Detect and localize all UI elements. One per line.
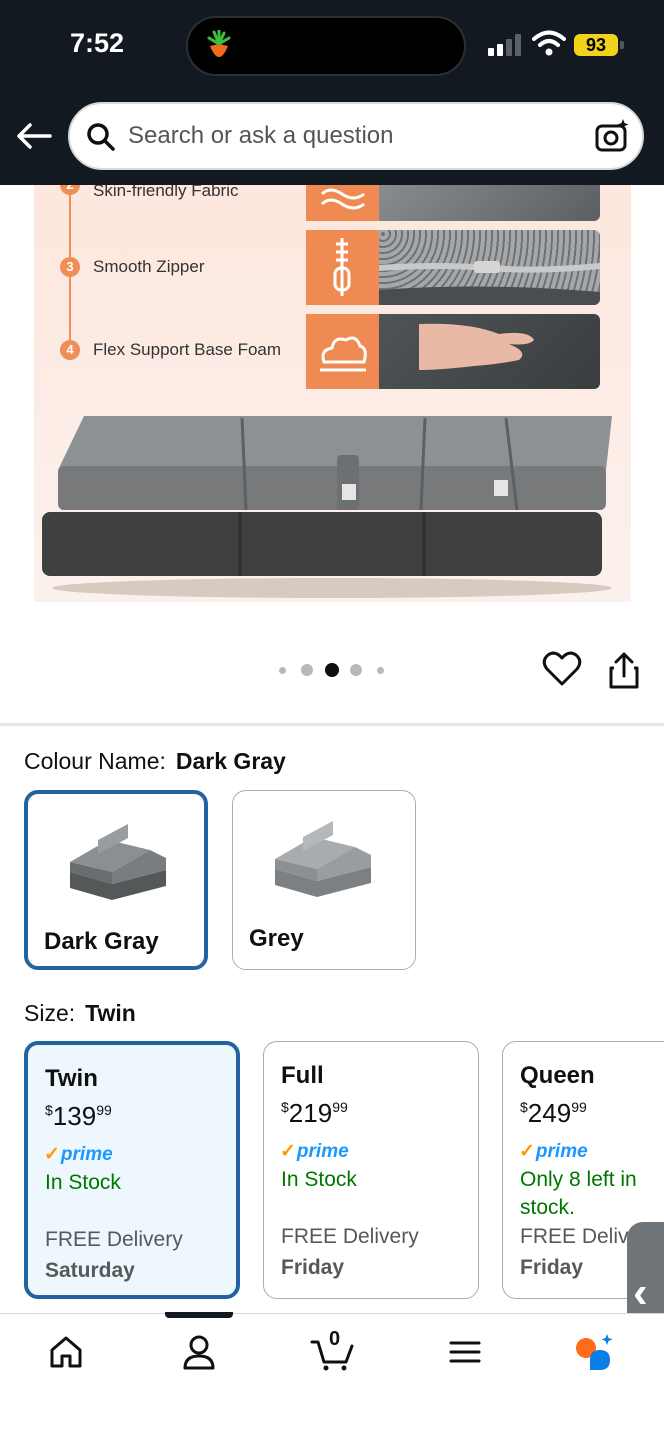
carrot-icon [207,30,231,57]
account-icon[interactable] [179,1332,219,1372]
stock-status: In Stock [281,1168,357,1191]
zipper-icon [306,230,379,305]
colour-option-label: Grey [249,925,304,952]
search-icon [87,123,115,151]
foam-hand-photo [379,314,600,389]
size-option-full[interactable]: Full $21999 ✓prime In Stock FREE Deliver… [263,1041,479,1299]
size-option-price: $24999 [520,1098,587,1129]
stock-status: In Stock [45,1171,121,1194]
zipper-photo [379,230,600,305]
cloud-icon [306,314,379,389]
carousel-dot-active[interactable] [325,663,339,677]
rufus-assistant-icon[interactable] [574,1332,614,1372]
feature-label: Flex Support Base Foam [93,340,282,359]
prime-badge: ✓prime [519,1140,588,1162]
cellular-signal-icon [488,34,521,56]
prime-text: prime [296,1141,349,1162]
carousel-dot[interactable] [279,667,286,674]
back-arrow-icon[interactable] [14,116,54,156]
prime-badge: ✓prime [44,1143,113,1165]
feature-number: 2 [60,185,80,195]
feature-label: Skin-friendly Fabric [93,185,239,200]
price-dollars: 139 [52,1101,97,1131]
size-option-twin[interactable]: Twin $13999 ✓prime In Stock FREE Deliver… [24,1041,240,1299]
share-icon[interactable] [606,650,642,690]
grey-mattress-thumbnail [275,821,371,897]
image-carousel-controls [0,640,664,700]
cart-button[interactable]: 0 [310,1328,356,1372]
feature-number: 4 [60,340,80,360]
wifi-icon [532,30,566,56]
size-label: Size: [24,1000,76,1026]
product-image[interactable]: 2 Skin-friendly Fabric 3 Smooth Zipper 4… [34,185,631,602]
size-option-name: Twin [45,1065,98,1092]
chevron-left-icon: ‹ [633,1268,648,1317]
battery-tip [620,41,624,49]
size-option-price: $13999 [45,1101,112,1132]
home-icon[interactable] [46,1332,86,1372]
prime-text: prime [60,1144,113,1165]
search-bar[interactable] [68,102,644,170]
prime-check-icon: ✓ [519,1141,535,1162]
search-header [0,90,664,185]
prime-badge: ✓prime [280,1140,349,1162]
delivery-day: Saturday [45,1259,135,1282]
status-bar: 7:52 93 [0,0,664,90]
size-option-name: Queen [520,1062,595,1089]
battery-level: 93 [574,34,618,56]
colour-option-dark-gray[interactable]: Dark Gray [24,790,208,970]
price-cents: 99 [571,1099,587,1115]
prime-text: prime [535,1141,588,1162]
camera-lens-icon[interactable] [594,118,630,154]
feature-number: 3 [60,257,80,277]
heart-icon[interactable] [542,650,582,688]
nav-active-indicator [165,1312,233,1318]
size-row: Size: Twin [24,1000,136,1027]
size-option-price: $21999 [281,1098,348,1129]
price-cents: 99 [96,1102,112,1118]
fabric-wave-icon [306,185,379,221]
colour-label: Colour Name: [24,748,166,774]
delivery-text: FREE Delivery [45,1228,183,1251]
delivery-day: Friday [281,1256,345,1279]
search-input[interactable] [128,104,568,168]
clock: 7:52 [70,28,125,58]
colour-selected-value: Dark Gray [175,748,286,774]
size-selected-value: Twin [85,1000,136,1026]
bottom-nav: 0 [0,1312,664,1440]
menu-icon[interactable] [445,1332,485,1372]
carousel-dot[interactable] [350,664,362,676]
stock-status: Only 8 left in stock. [520,1168,637,1219]
delivery-day: Friday [520,1256,584,1279]
price-dollars: 219 [288,1098,333,1128]
dynamic-island [186,16,466,76]
battery-indicator: 93 [574,32,624,58]
cart-count: 0 [329,1328,341,1350]
prime-check-icon: ✓ [280,1141,296,1162]
delivery-text: FREE Delivery [281,1225,419,1248]
colour-option-grey[interactable]: Grey [232,790,416,970]
folding-mattress-illustration [42,416,612,598]
fabric-photo [379,185,600,221]
price-currency: $ [45,1102,53,1118]
carousel-dot[interactable] [377,667,384,674]
colour-option-label: Dark Gray [44,928,159,955]
price-currency: $ [520,1099,528,1115]
price-cents: 99 [332,1099,348,1115]
carousel-dot[interactable] [301,664,313,676]
colour-name-row: Colour Name: Dark Gray [24,748,286,775]
price-currency: $ [281,1099,289,1115]
section-divider [0,723,664,726]
prime-check-icon: ✓ [44,1144,60,1165]
price-dollars: 249 [527,1098,572,1128]
size-option-name: Full [281,1062,324,1089]
dark-gray-mattress-thumbnail [70,824,166,900]
feature-label: Smooth Zipper [93,257,205,276]
